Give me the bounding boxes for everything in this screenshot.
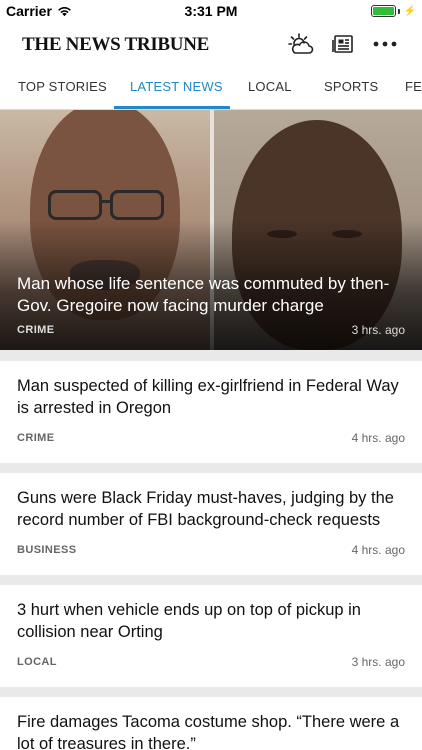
active-tab-indicator <box>114 106 230 109</box>
article-category: CRIME <box>17 432 55 444</box>
article-card[interactable]: 3 hurt when vehicle ends up on top of pi… <box>0 585 422 687</box>
hero-category: CRIME <box>17 324 55 336</box>
article-card[interactable]: Man suspected of killing ex-girlfriend i… <box>0 361 422 463</box>
article-headline[interactable]: 3 hurt when vehicle ends up on top of pi… <box>17 599 408 643</box>
article-timestamp: 3 hrs. ago <box>351 655 405 669</box>
section-tabs: TOP STORIES LATEST NEWS LOCAL SPORTS FEA <box>0 66 422 110</box>
battery-cap <box>397 8 400 14</box>
tab-top-stories[interactable]: TOP STORIES <box>18 66 107 109</box>
hero-story[interactable]: Man whose life sentence was commuted by … <box>0 110 422 350</box>
article-card[interactable]: Fire damages Tacoma costume shop. “There… <box>0 697 422 750</box>
article-category: BUSINESS <box>17 544 77 556</box>
article-headline[interactable]: Man suspected of killing ex-girlfriend i… <box>17 375 408 419</box>
article-category: LOCAL <box>17 656 57 668</box>
app-header: THE NEWS TRIBUNE <box>0 22 422 66</box>
tab-features[interactable]: FEA <box>405 66 422 109</box>
hero-timestamp: 3 hrs. ago <box>351 323 405 337</box>
article-headline[interactable]: Guns were Black Friday must-haves, judgi… <box>17 487 408 531</box>
hero-headline[interactable]: Man whose life sentence was commuted by … <box>17 273 408 317</box>
battery-icon <box>370 5 396 17</box>
article-headline[interactable]: Fire damages Tacoma costume shop. “There… <box>17 711 408 750</box>
weather-icon[interactable] <box>286 30 316 58</box>
clock: 3:31 PM <box>184 3 238 19</box>
tab-latest-news[interactable]: LATEST NEWS <box>130 66 223 109</box>
status-bar: Carrier 3:31 PM ⚡ <box>0 0 422 22</box>
tab-sports[interactable]: SPORTS <box>324 66 378 109</box>
article-timestamp: 4 hrs. ago <box>351 543 405 557</box>
masthead-logo[interactable]: THE NEWS TRIBUNE <box>22 34 209 56</box>
battery-indicator: ⚡ <box>370 5 416 17</box>
e-edition-icon[interactable] <box>328 30 358 58</box>
article-card[interactable]: Guns were Black Friday must-haves, judgi… <box>0 473 422 575</box>
tab-local[interactable]: LOCAL <box>248 66 292 109</box>
article-timestamp: 4 hrs. ago <box>351 431 405 445</box>
more-icon[interactable] <box>370 30 400 58</box>
charging-icon: ⚡ <box>403 5 416 17</box>
